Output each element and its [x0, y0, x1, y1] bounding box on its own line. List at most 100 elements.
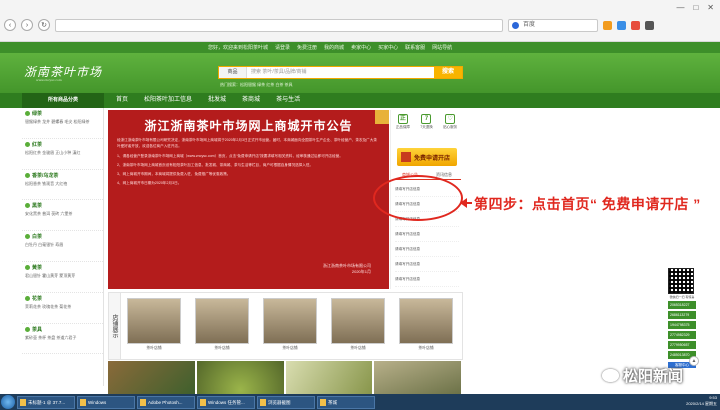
- taskbar-item[interactable]: Windows: [77, 395, 135, 409]
- site-header: 浙南茶叶市场 www.zncysc.com 商品 搜索 茶叶/茶具/品牌/商铺 …: [0, 53, 720, 93]
- menu-icon[interactable]: [645, 20, 654, 30]
- heart-icon: ♡: [445, 114, 456, 124]
- service-badge: ♡ 贴心服务: [443, 114, 458, 129]
- store-card[interactable]: 茶叶店铺: [263, 298, 317, 351]
- category-item[interactable]: 黑茶 安化黑茶 普洱 茯砖 六堡茶: [22, 200, 103, 232]
- back-to-top-icon[interactable]: ▲: [689, 356, 699, 366]
- photoshop-icon: [140, 398, 146, 406]
- site-logo[interactable]: 浙南茶叶市场 www.zncysc.com: [24, 63, 104, 82]
- category-item[interactable]: 花茶 茉莉花茶 玫瑰花茶 菊花茶: [22, 293, 103, 324]
- window-controls: — □ ✕: [676, 3, 714, 12]
- shop-icon: [401, 152, 411, 162]
- close-icon[interactable]: ✕: [707, 3, 714, 12]
- annotation-arrow: [464, 202, 472, 204]
- all-categories-button[interactable]: 所有商品分类: [22, 93, 104, 108]
- notice-item[interactable]: 请填写开店信息: [395, 242, 459, 257]
- address-bar[interactable]: [55, 18, 503, 32]
- taskbar-item[interactable]: 茶城: [317, 395, 375, 409]
- watermark: 松阳新闻: [602, 365, 683, 386]
- store-showcase: 店铺展示 茶叶店铺 茶叶店铺 茶叶店铺 茶叶店铺 茶叶店铺: [108, 292, 463, 360]
- qq-contact[interactable]: 1944798375: [668, 321, 696, 329]
- site-nav-link[interactable]: 网站导航: [432, 44, 452, 51]
- nav-tea-life[interactable]: 茶与生活: [268, 93, 308, 108]
- store-card[interactable]: 茶叶店铺: [399, 298, 453, 351]
- refresh-icon[interactable]: ↻: [38, 19, 50, 31]
- star-icon[interactable]: [603, 20, 612, 30]
- qq-contact[interactable]: 2774982329: [668, 331, 696, 339]
- main-nav: 所有商品分类 首页 松阳茶叶加工信息 批发城 茶商城 茶与生活: [0, 93, 720, 108]
- category-item[interactable]: 茶具 紫砂壶 茶杯 茶盘 茶道六君子: [22, 324, 103, 355]
- nav-tea-mall[interactable]: 茶商城: [234, 93, 268, 108]
- qq-contact[interactable]: 2686113279: [668, 311, 696, 319]
- system-clock[interactable]: 9:53 2020/2/14 星期五: [686, 395, 717, 407]
- banner-paragraph: 1、请各经营户登录浙南茶叶市场网上商城（www.zncysc.com）首页，点击…: [117, 153, 343, 158]
- store-photo: [399, 298, 453, 344]
- wechat-icon: [602, 369, 619, 382]
- tea-market-site: 您好，欢迎来到松阳茶叶城 请登录 免费注册 我的商城 卖家中心 买家中心 联系客…: [0, 42, 720, 410]
- browser-search-input[interactable]: 百度: [508, 18, 598, 32]
- leaf-icon: [25, 111, 30, 116]
- leaf-icon: [25, 234, 30, 240]
- browser-icon: [260, 398, 266, 406]
- register-link[interactable]: 免费注册: [297, 44, 317, 51]
- buyer-center-link[interactable]: 买家中心: [378, 44, 398, 51]
- notice-item[interactable]: 请填写开店信息: [395, 227, 459, 242]
- taskbar-item[interactable]: Windows 任务管...: [197, 395, 255, 409]
- notice-item[interactable]: 请填写开店信息: [395, 257, 459, 272]
- banner-paragraph: 4、网上商城开市日期为2020年2月3日。: [117, 181, 182, 186]
- store-photo: [331, 298, 385, 344]
- store-card[interactable]: 茶叶店铺: [331, 298, 385, 351]
- wechat-qr-code: [668, 268, 694, 294]
- seller-center-link[interactable]: 卖家中心: [351, 44, 371, 51]
- store-card[interactable]: 茶叶店铺: [195, 298, 249, 351]
- search-category-select[interactable]: 商品: [219, 67, 247, 78]
- return-badge: 7 7天退换: [420, 114, 433, 129]
- nav-wholesale[interactable]: 批发城: [200, 93, 234, 108]
- nav-processing-info[interactable]: 松阳茶叶加工信息: [136, 93, 200, 108]
- taskbar-item[interactable]: 未标题-1 @ 37.7...: [17, 395, 75, 409]
- site-search-input[interactable]: 搜索 茶叶/茶具/品牌/商铺: [247, 67, 434, 78]
- login-link[interactable]: 请登录: [275, 44, 290, 51]
- forward-icon[interactable]: ›: [21, 19, 33, 31]
- back-icon[interactable]: ‹: [4, 19, 16, 31]
- taskbar-item[interactable]: 浏览器截图: [257, 395, 315, 409]
- browser-toolbar: — □ ✕ ‹ › ↻ 百度: [0, 0, 720, 42]
- taskbar-item[interactable]: Adobe Photosh...: [137, 395, 195, 409]
- category-sidebar: 绿茶 银猴绿茶 龙井 碧螺春 毛尖 松阳绿茶 红茶 松阳红茶 金骏眉 正山小种 滇红…: [22, 108, 104, 386]
- contact-link[interactable]: 联系客服: [405, 44, 425, 51]
- nav-home[interactable]: 首页: [108, 93, 136, 108]
- leaf-icon: [25, 141, 30, 147]
- my-mall-link[interactable]: 我的商城: [324, 44, 344, 51]
- download-icon[interactable]: [617, 20, 626, 30]
- extension-icon[interactable]: [631, 20, 640, 30]
- free-open-shop-button[interactable]: 免费申请开店: [397, 148, 457, 166]
- qr-caption: 微信扫一扫 有惊喜: [669, 295, 695, 299]
- category-item[interactable]: 绿茶 银猴绿茶 龙井 碧螺春 毛尖 松阳绿茶: [22, 108, 103, 139]
- notice-item[interactable]: 请填写开店信息: [395, 272, 459, 287]
- store-showcase-title: 店铺展示: [109, 293, 121, 359]
- corner-ribbon: [375, 110, 389, 124]
- maximize-icon[interactable]: □: [693, 3, 698, 12]
- leaf-icon: [25, 264, 30, 270]
- search-button[interactable]: 搜索: [434, 67, 462, 78]
- announcement-banner[interactable]: 浙江浙南茶叶市场网上商城开市公告 经浙江浙南茶叶市场有限公司研究决定，浙南茶叶市…: [108, 110, 389, 289]
- banner-paragraph: 3、网上商城开市期间，本商城将提供免费入驻、免费推广等优惠政策。: [117, 172, 231, 177]
- banner-signature: 浙江浙南茶叶市场有限公司 2020年1月: [323, 263, 371, 274]
- qq-contact[interactable]: 2065318227: [668, 301, 696, 309]
- start-button[interactable]: [1, 395, 15, 409]
- category-item[interactable]: 黄茶 君山银针 霍山黄芽 蒙顶黄芽: [22, 262, 103, 293]
- top-link-bar: 您好，欢迎来到松阳茶叶城 请登录 免费注册 我的商城 卖家中心 买家中心 联系客…: [0, 42, 720, 53]
- minimize-icon[interactable]: —: [676, 3, 684, 12]
- category-item[interactable]: 香茶/乌龙茶 松阳香茶 铁观音 大红袍: [22, 170, 103, 201]
- banner-title: 浙江浙南茶叶市场网上商城开市公告: [144, 119, 353, 133]
- hot-keywords[interactable]: 热门搜索：松阳银猴 绿茶 红茶 白茶 茶具: [220, 82, 292, 88]
- leaf-icon: [25, 295, 30, 301]
- qq-contact[interactable]: 2779950657: [668, 341, 696, 349]
- category-item[interactable]: 白茶 白牡丹 白毫银针 寿眉: [22, 231, 103, 262]
- banner-paragraph: 经浙江浙南茶叶市场有限公司研究决定，浙南茶叶市场网上商城将于2020年2月3日正…: [117, 138, 377, 149]
- store-card[interactable]: 茶叶店铺: [127, 298, 181, 351]
- genuine-badge: 正正品保障: [395, 114, 410, 129]
- category-item[interactable]: 红茶 松阳红茶 金骏眉 正山小种 滇红: [22, 139, 103, 170]
- service-badges: 正正品保障 7 7天退换 ♡ 贴心服务: [391, 110, 462, 130]
- site-search: 商品 搜索 茶叶/茶具/品牌/商铺 搜索: [218, 66, 463, 79]
